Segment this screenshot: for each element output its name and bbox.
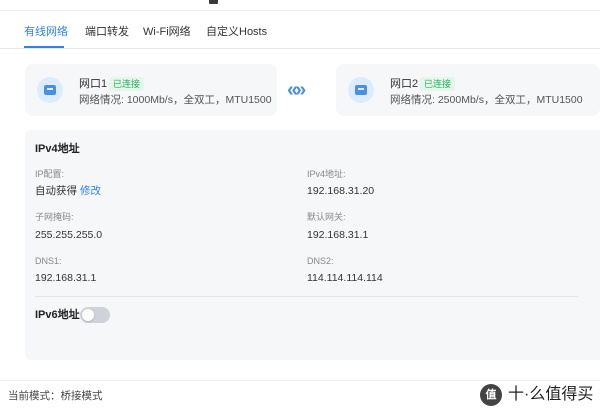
footer-divider: [0, 380, 600, 381]
window-top-bar: [0, 0, 600, 11]
default-gateway-label: 默认网关:: [307, 212, 346, 222]
tab-wired-network[interactable]: 有线网络: [24, 25, 68, 39]
default-gateway-value: 192.168.31.1: [307, 229, 369, 241]
port-info: 网络情况: 2500Mb/s，全双工，MTU1500: [390, 94, 583, 106]
dns1-value: 192.168.31.1: [35, 272, 97, 284]
section-divider: [35, 296, 578, 297]
site-watermark: 值 十·么值得买: [480, 382, 600, 408]
tab-port-forwarding[interactable]: 端口转发: [85, 25, 129, 39]
ipv4-address-value: 192.168.31.20: [307, 185, 375, 197]
ipv6-section-title: IPv6地址: [35, 309, 80, 321]
port-card-1: 网口1 已连接 网络情况: 1000Mb/s，全双工，MTU1500: [25, 64, 277, 116]
window-app-icon: [209, 0, 222, 6]
watermark-text: 十·么值得买: [508, 386, 594, 403]
status-badge: 已连接: [109, 77, 145, 91]
port-info: 网络情况: 1000Mb/s，全双工，MTU1500: [79, 94, 272, 106]
ip-config-label: IP配置:: [35, 169, 65, 179]
edit-ip-config-link[interactable]: 修改: [80, 185, 101, 197]
ip-config-value: 自动获得 修改: [35, 185, 101, 198]
tab-custom-hosts[interactable]: 自定义Hosts: [206, 25, 267, 39]
toggle-knob: [82, 309, 94, 321]
watermark-logo-icon: 值: [480, 384, 502, 406]
bridge-link-icon: «»: [287, 79, 306, 101]
tab-wifi-network[interactable]: Wi-Fi网络: [143, 25, 191, 39]
ipv6-toggle[interactable]: [80, 307, 110, 323]
dns2-label: DNS2:: [307, 256, 334, 266]
port-name: 网口1: [79, 78, 108, 90]
port-card-2: 网口2 已连接 网络情况: 2500Mb/s，全双工，MTU1500: [336, 64, 600, 116]
current-mode-text: 当前模式：桥接模式: [8, 390, 103, 402]
ipv4-address-label: IPv4地址:: [307, 169, 346, 179]
ip-settings-card: IPv4地址 IP配置: 自动获得 修改 IPv4地址: 192.168.31.2…: [25, 130, 600, 360]
active-tab-indicator: [24, 46, 64, 48]
tab-bar: 有线网络 端口转发 Wi-Fi网络 自定义Hosts: [0, 11, 600, 49]
port-name: 网口2: [390, 78, 419, 90]
dns2-value: 114.114.114.114: [307, 272, 383, 284]
dns1-label: DNS1:: [35, 256, 62, 266]
subnet-mask-value: 255.255.255.0: [35, 229, 103, 241]
status-badge: 已连接: [420, 77, 456, 91]
ip-config-mode: 自动获得: [35, 185, 77, 197]
ethernet-port-icon: [348, 77, 374, 103]
ethernet-port-icon: [37, 77, 63, 103]
ipv4-section-title: IPv4地址: [35, 143, 80, 155]
subnet-mask-label: 子网掩码:: [35, 212, 74, 222]
